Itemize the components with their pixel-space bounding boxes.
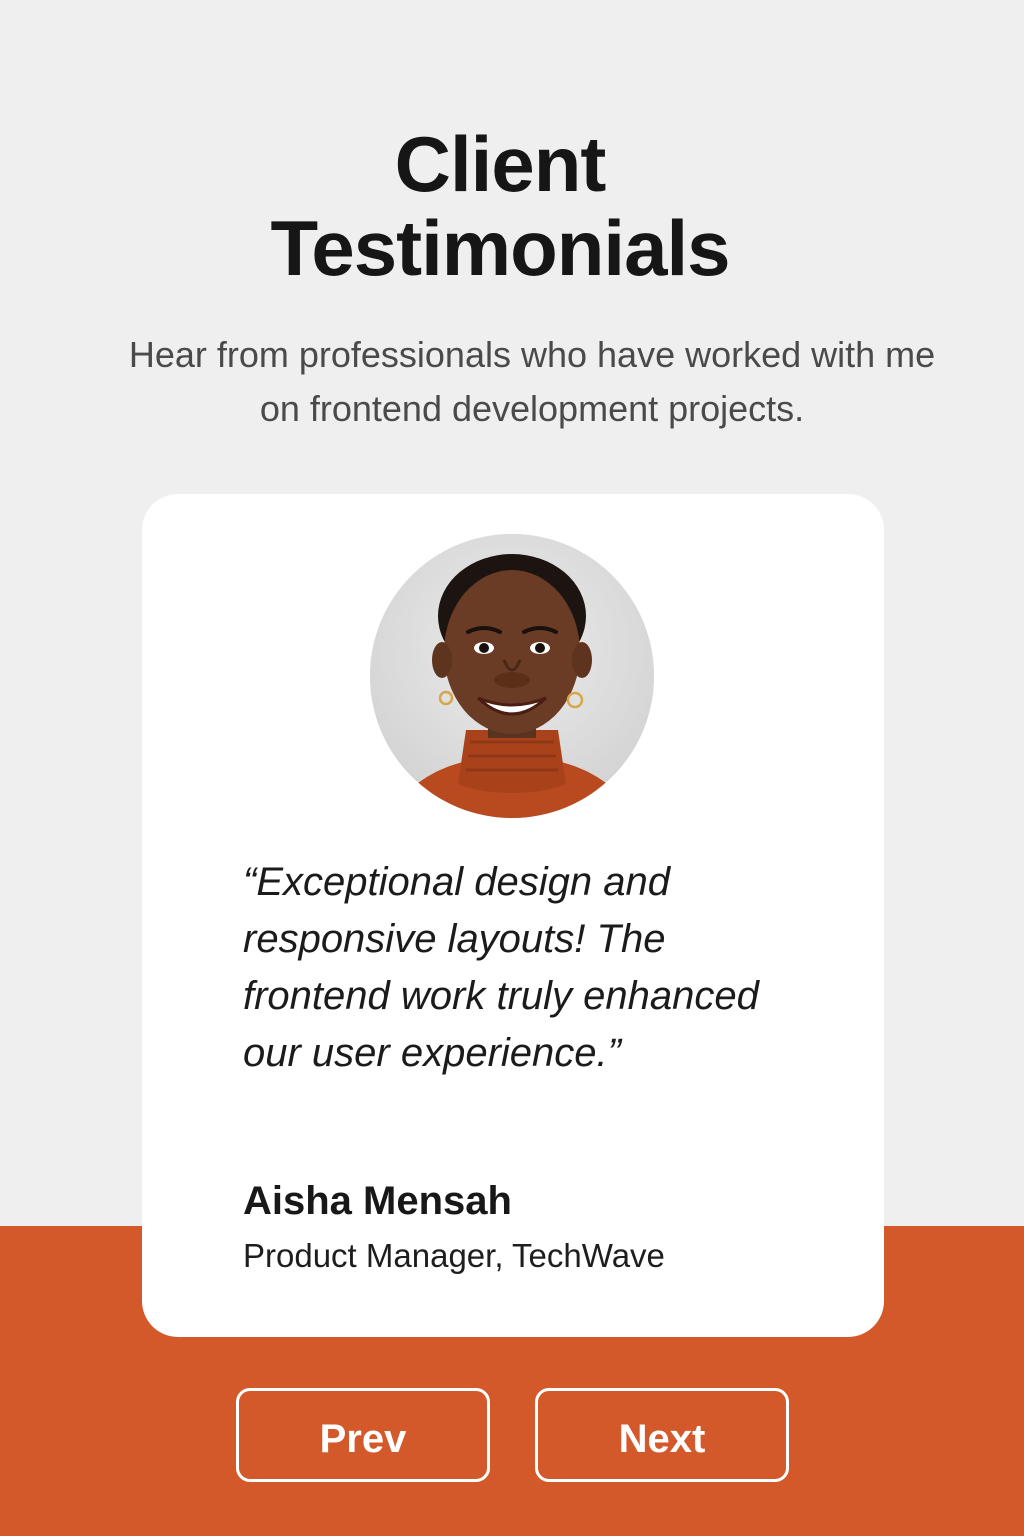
- next-button[interactable]: Next: [535, 1388, 789, 1482]
- avatar-portrait-icon: [370, 534, 654, 818]
- page-title-line-1: Client: [394, 120, 607, 208]
- author-name: Aisha Mensah: [243, 1179, 512, 1223]
- author-role: Product Manager, TechWave: [243, 1237, 665, 1274]
- page-title-line-2: Testimonials: [270, 204, 730, 292]
- testimonial-quote: “Exceptional design and responsive layou…: [243, 860, 759, 1075]
- prev-button[interactable]: Prev: [236, 1388, 490, 1482]
- page-subtitle: Hear from professionals who have worked …: [128, 334, 936, 429]
- page-title: Client Testimonials: [0, 122, 1000, 290]
- avatar: [370, 534, 654, 818]
